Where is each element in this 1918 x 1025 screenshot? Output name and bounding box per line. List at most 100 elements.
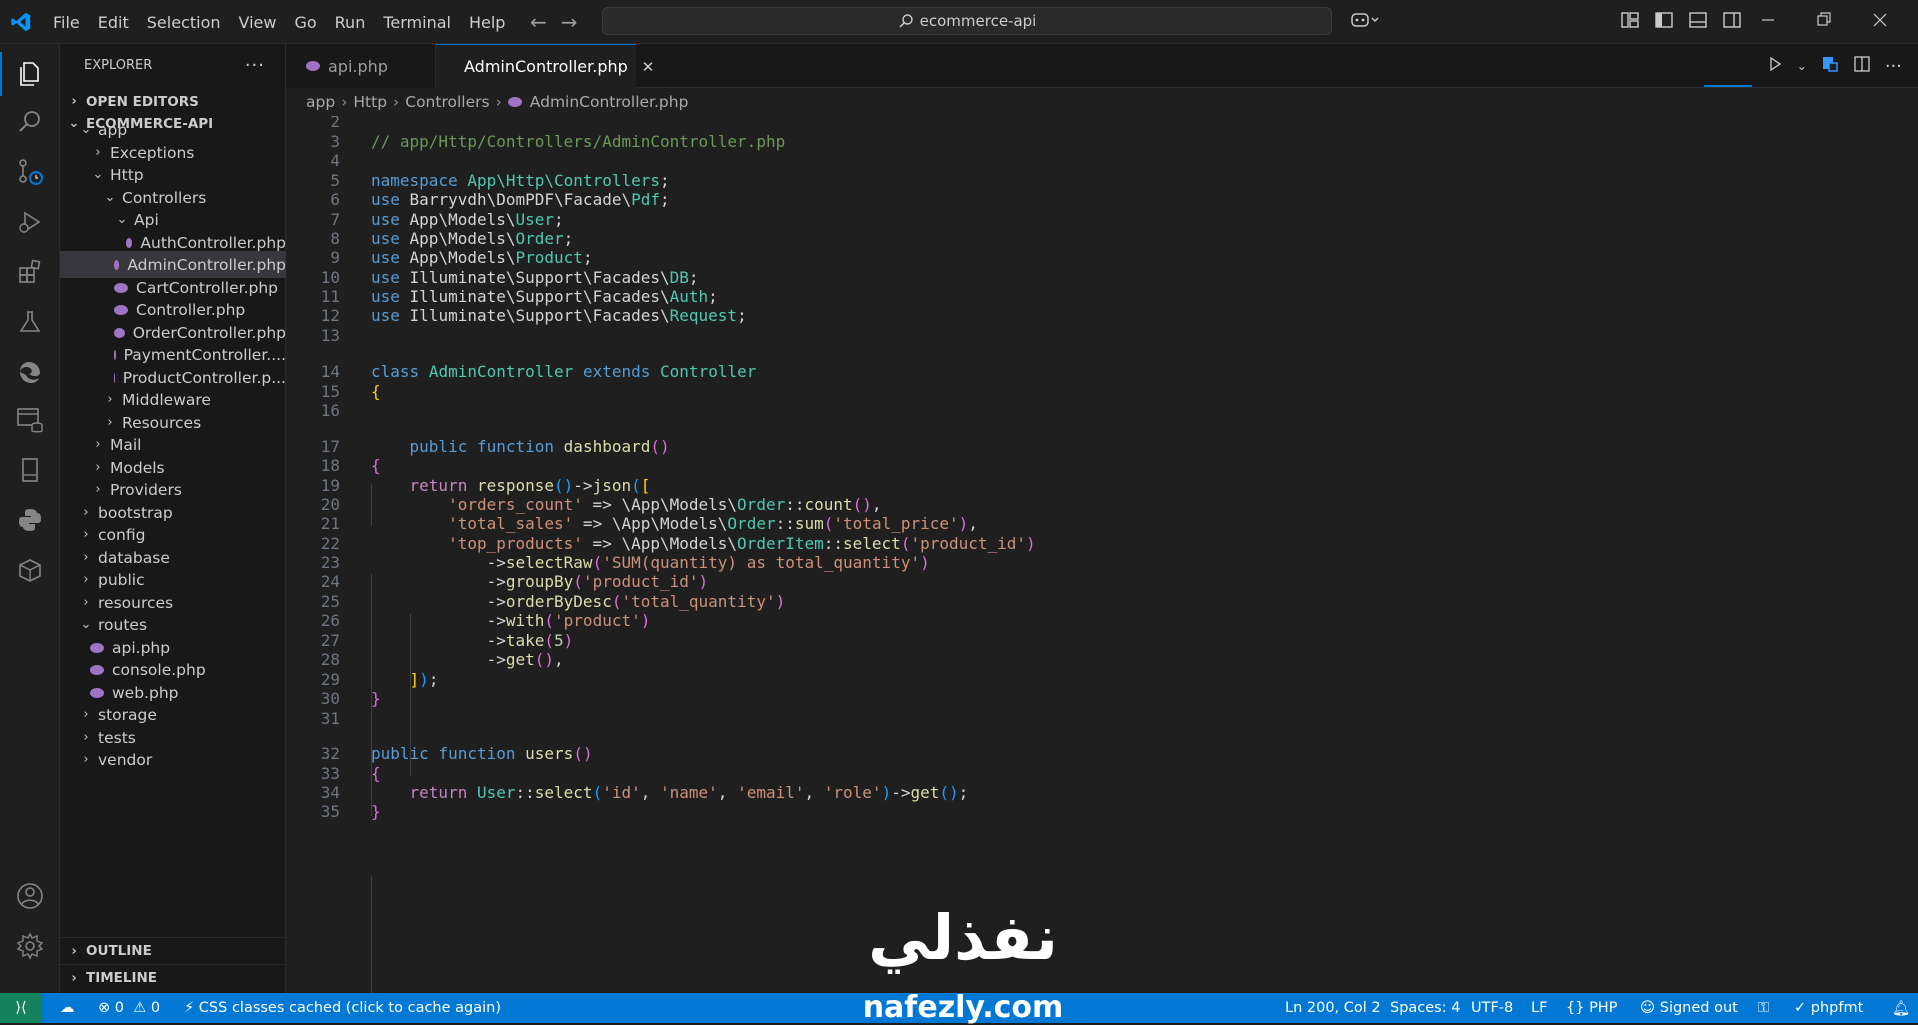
timeline-section[interactable]: › TIMELINE — [60, 964, 286, 991]
php-file-icon — [114, 304, 128, 315]
close-window-icon[interactable] — [1872, 10, 1894, 32]
menu-edit[interactable]: Edit — [89, 13, 138, 32]
back-arrow-icon[interactable]: ← — [530, 10, 547, 34]
php-file-icon — [126, 237, 133, 248]
code-line: 16 — [286, 399, 1886, 423]
chevron-down-icon[interactable]: ⌄ — [1797, 59, 1807, 73]
watermark-logo: نفذلي — [838, 907, 1088, 969]
minimize-icon[interactable] — [1760, 10, 1782, 32]
close-tab-icon[interactable]: ✕ — [642, 58, 655, 76]
menu-help[interactable]: Help — [460, 13, 514, 32]
cursor-position[interactable]: Ln 200, Col 2 — [1285, 993, 1381, 1023]
outline-section[interactable]: › OUTLINE — [60, 937, 286, 964]
command-center-search[interactable]: ecommerce-api — [602, 7, 1332, 35]
sync-icon[interactable]: ☁ — [60, 993, 75, 1023]
encoding[interactable]: UTF-8 — [1471, 993, 1513, 1023]
account-text: Signed out — [1659, 1000, 1738, 1016]
restore-icon[interactable] — [1816, 10, 1838, 32]
progress-indicator — [1704, 85, 1752, 87]
indentation[interactable]: Spaces: 4 — [1390, 993, 1460, 1023]
tab-api-php[interactable]: api.php — [286, 44, 436, 88]
watermark-latin: nafezly.com — [862, 990, 1064, 1025]
more-actions-icon[interactable]: ··· — [245, 55, 265, 76]
code-editor[interactable]: 1<?php23// app/Http/Controllers/AdminCon… — [286, 116, 1918, 993]
key-icon[interactable]: ⚿ — [1758, 993, 1769, 1023]
manage-gear-icon[interactable] — [14, 930, 46, 962]
breadcrumb-item[interactable]: Controllers — [405, 93, 489, 111]
python-icon[interactable] — [14, 504, 46, 536]
end-of-line[interactable]: LF — [1531, 993, 1547, 1023]
error-count: 0 — [114, 1000, 124, 1016]
chevron-right-icon: › — [95, 460, 101, 475]
extensions-icon[interactable] — [14, 256, 46, 288]
tree-item-label: Controller.php — [136, 300, 246, 319]
tree-item-label: tests — [98, 728, 136, 747]
edge-browser-icon[interactable] — [14, 356, 46, 388]
language-text: PHP — [1589, 1000, 1618, 1016]
accounts-icon[interactable] — [14, 880, 46, 912]
containers-icon[interactable] — [14, 554, 46, 586]
toggle-secondary-sidebar-icon[interactable] — [1722, 10, 1744, 32]
source-control-icon[interactable] — [14, 156, 46, 188]
tree-item-label: vendor — [98, 750, 153, 769]
testing-flask-icon[interactable] — [14, 306, 46, 338]
css-cache-status[interactable]: ⚡ CSS classes cached (click to cache aga… — [184, 993, 501, 1023]
menu-terminal[interactable]: Terminal — [374, 13, 460, 32]
tree-item-label: OrderController.php — [132, 323, 286, 342]
menu-file[interactable]: File — [44, 13, 89, 32]
toggle-panel-icon[interactable] — [1688, 10, 1710, 32]
chevron-right-icon: › — [341, 93, 348, 111]
notebook-icon[interactable] — [14, 454, 46, 486]
customize-layout-icon[interactable] — [1620, 10, 1642, 32]
toggle-primary-sidebar-icon[interactable] — [1654, 10, 1676, 32]
run-debug-icon[interactable] — [14, 206, 46, 238]
forward-arrow-icon[interactable]: → — [561, 10, 578, 34]
open-editors-label: OPEN EDITORS — [86, 93, 199, 110]
php-file-icon — [507, 97, 522, 107]
tree-item-label: console.php — [112, 660, 206, 679]
php-file-icon — [90, 642, 104, 653]
tree-item-label: AuthController.php — [140, 233, 286, 252]
tree-item-label: Providers — [110, 480, 182, 499]
breadcrumb-item[interactable]: Http — [353, 93, 387, 111]
tree-item-label: Mail — [110, 435, 142, 454]
tree-item-label: Http — [110, 165, 144, 184]
breadcrumb-item[interactable]: app — [306, 93, 335, 111]
account-status[interactable]: ☺ Signed out — [1640, 993, 1738, 1023]
php-file-icon — [90, 664, 104, 675]
explorer-sidebar: EXPLORER ··· › OPEN EDITORS ⌄ ECOMMERCE-AP… — [60, 44, 286, 993]
database-icon[interactable] — [14, 404, 46, 436]
code-line: 35} — [286, 800, 1886, 824]
remote-explorer-icon[interactable] — [1821, 55, 1839, 77]
explorer-icon[interactable] — [0, 52, 46, 96]
remote-indicator[interactable]: ⟩⟨ — [0, 993, 42, 1023]
search-view-icon[interactable] — [14, 106, 46, 138]
tree-folder[interactable]: › vendor — [60, 746, 286, 773]
language-mode[interactable]: {} PHP — [1566, 993, 1617, 1023]
more-actions-icon[interactable]: ··· — [1885, 56, 1902, 77]
line-number: 13 — [320, 326, 340, 345]
menu-go[interactable]: Go — [285, 13, 325, 32]
tree-item-label: Middleware — [122, 390, 211, 409]
tree-item-label: AdminController.php — [127, 255, 286, 274]
split-editor-icon[interactable] — [1853, 55, 1871, 77]
menu-view[interactable]: View — [230, 13, 286, 32]
tree-item-label: Exceptions — [110, 143, 195, 162]
tree-item-label: api.php — [112, 638, 171, 657]
chevron-right-icon: › — [95, 437, 101, 452]
tab-admincontroller-php[interactable]: AdminController.php ✕ — [436, 44, 654, 88]
php-file-icon — [114, 282, 128, 293]
run-icon[interactable] — [1767, 56, 1783, 76]
chevron-right-icon: › — [83, 505, 89, 520]
breadcrumb-item[interactable]: AdminController.php — [530, 93, 689, 111]
copilot-icon[interactable] — [1350, 10, 1380, 34]
tree-item-label: routes — [98, 615, 148, 634]
chevron-down-icon: ⌄ — [116, 212, 128, 227]
menu-selection[interactable]: Selection — [138, 13, 230, 32]
vscode-logo-icon — [11, 12, 31, 32]
chevron-right-icon: › — [107, 392, 113, 407]
problems-indicator[interactable]: ⊗ 0 ⚠ 0 — [98, 993, 160, 1023]
menu-run[interactable]: Run — [326, 13, 375, 32]
notifications-bell-icon[interactable]: 🔔︎ — [1892, 993, 1910, 1023]
formatter-status[interactable]: ✓ phpfmt — [1794, 993, 1863, 1023]
